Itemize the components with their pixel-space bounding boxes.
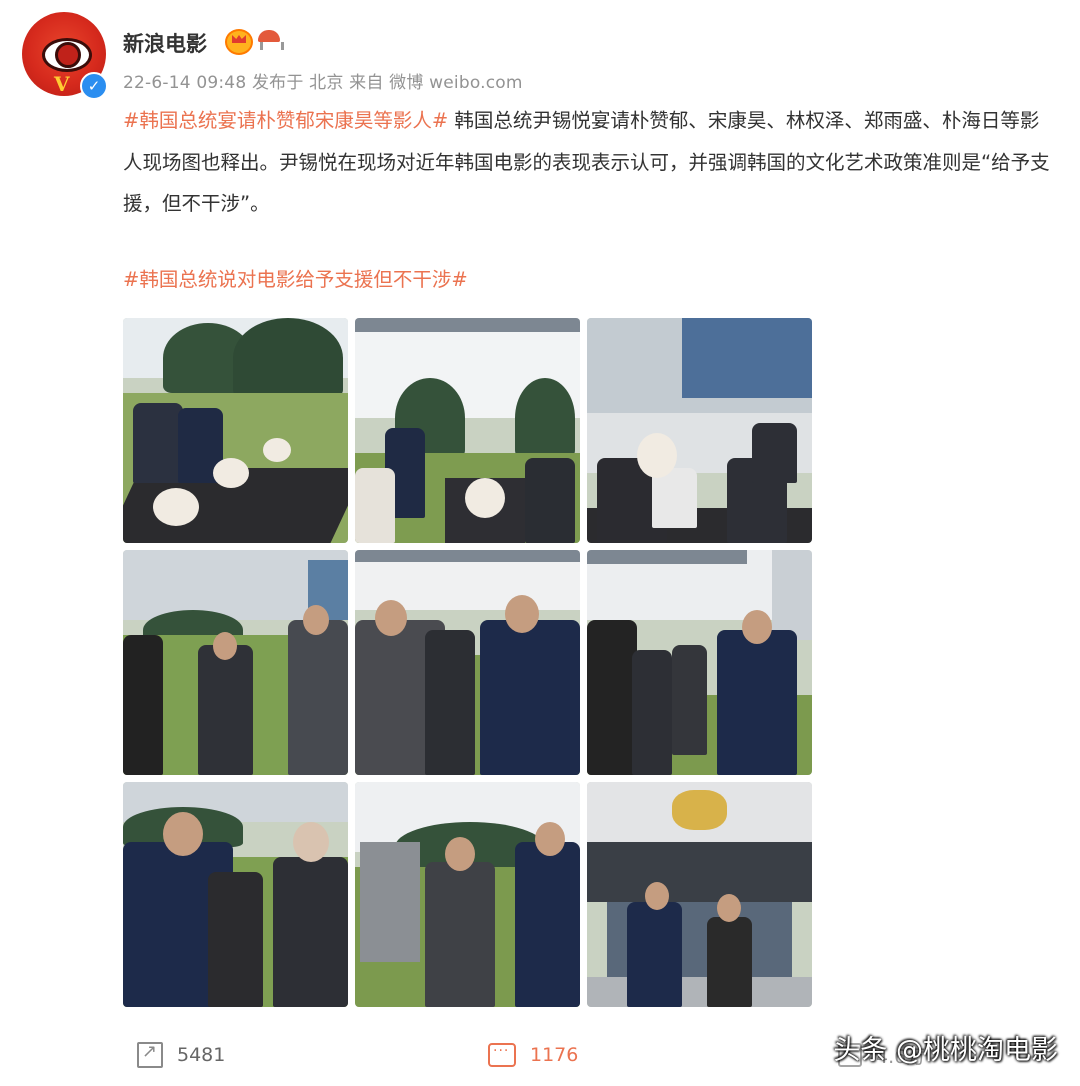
photo-2[interactable] [355, 318, 580, 543]
post-meta: 22-6-14 09:48 发布于 北京 来自 微博 weibo.com [123, 73, 523, 93]
share-icon [137, 1041, 163, 1068]
photo-5[interactable] [355, 550, 580, 775]
hashtag-link-2[interactable]: #韩国总统说对电影给予支援但不干涉# [123, 263, 468, 292]
comment-count: 1176 [530, 1044, 579, 1066]
photo-4[interactable] [123, 550, 348, 775]
watermark: 头条 @桃桃淘电影 [833, 1035, 1058, 1066]
photo-1[interactable] [123, 318, 348, 543]
hashtag-link[interactable]: #韩国总统宴请朴赞郁宋康昊等影人# [123, 109, 448, 132]
post-text: #韩国总统宴请朴赞郁宋康昊等影人# 韩国总统尹锡悦宴请朴赞郁、宋康昊、林权泽、郑… [123, 100, 1053, 225]
photo-grid [123, 318, 813, 1008]
member-badge-icon[interactable] [256, 28, 284, 52]
share-count: 5481 [177, 1044, 226, 1066]
crown-badge-icon[interactable] [225, 29, 253, 55]
photo-8[interactable] [355, 782, 580, 1007]
comment-icon [488, 1043, 516, 1067]
verified-icon: ✓ [80, 72, 108, 100]
logo-pupil [55, 42, 81, 68]
comment-button[interactable]: 1176 [488, 1030, 578, 1080]
photo-3[interactable] [587, 318, 812, 543]
photo-7[interactable] [123, 782, 348, 1007]
photo-9[interactable] [587, 782, 812, 1007]
photo-6[interactable] [587, 550, 812, 775]
share-button[interactable]: 5481 [137, 1030, 225, 1080]
username[interactable]: 新浪电影 [123, 28, 207, 58]
logo-v: V [54, 72, 70, 96]
